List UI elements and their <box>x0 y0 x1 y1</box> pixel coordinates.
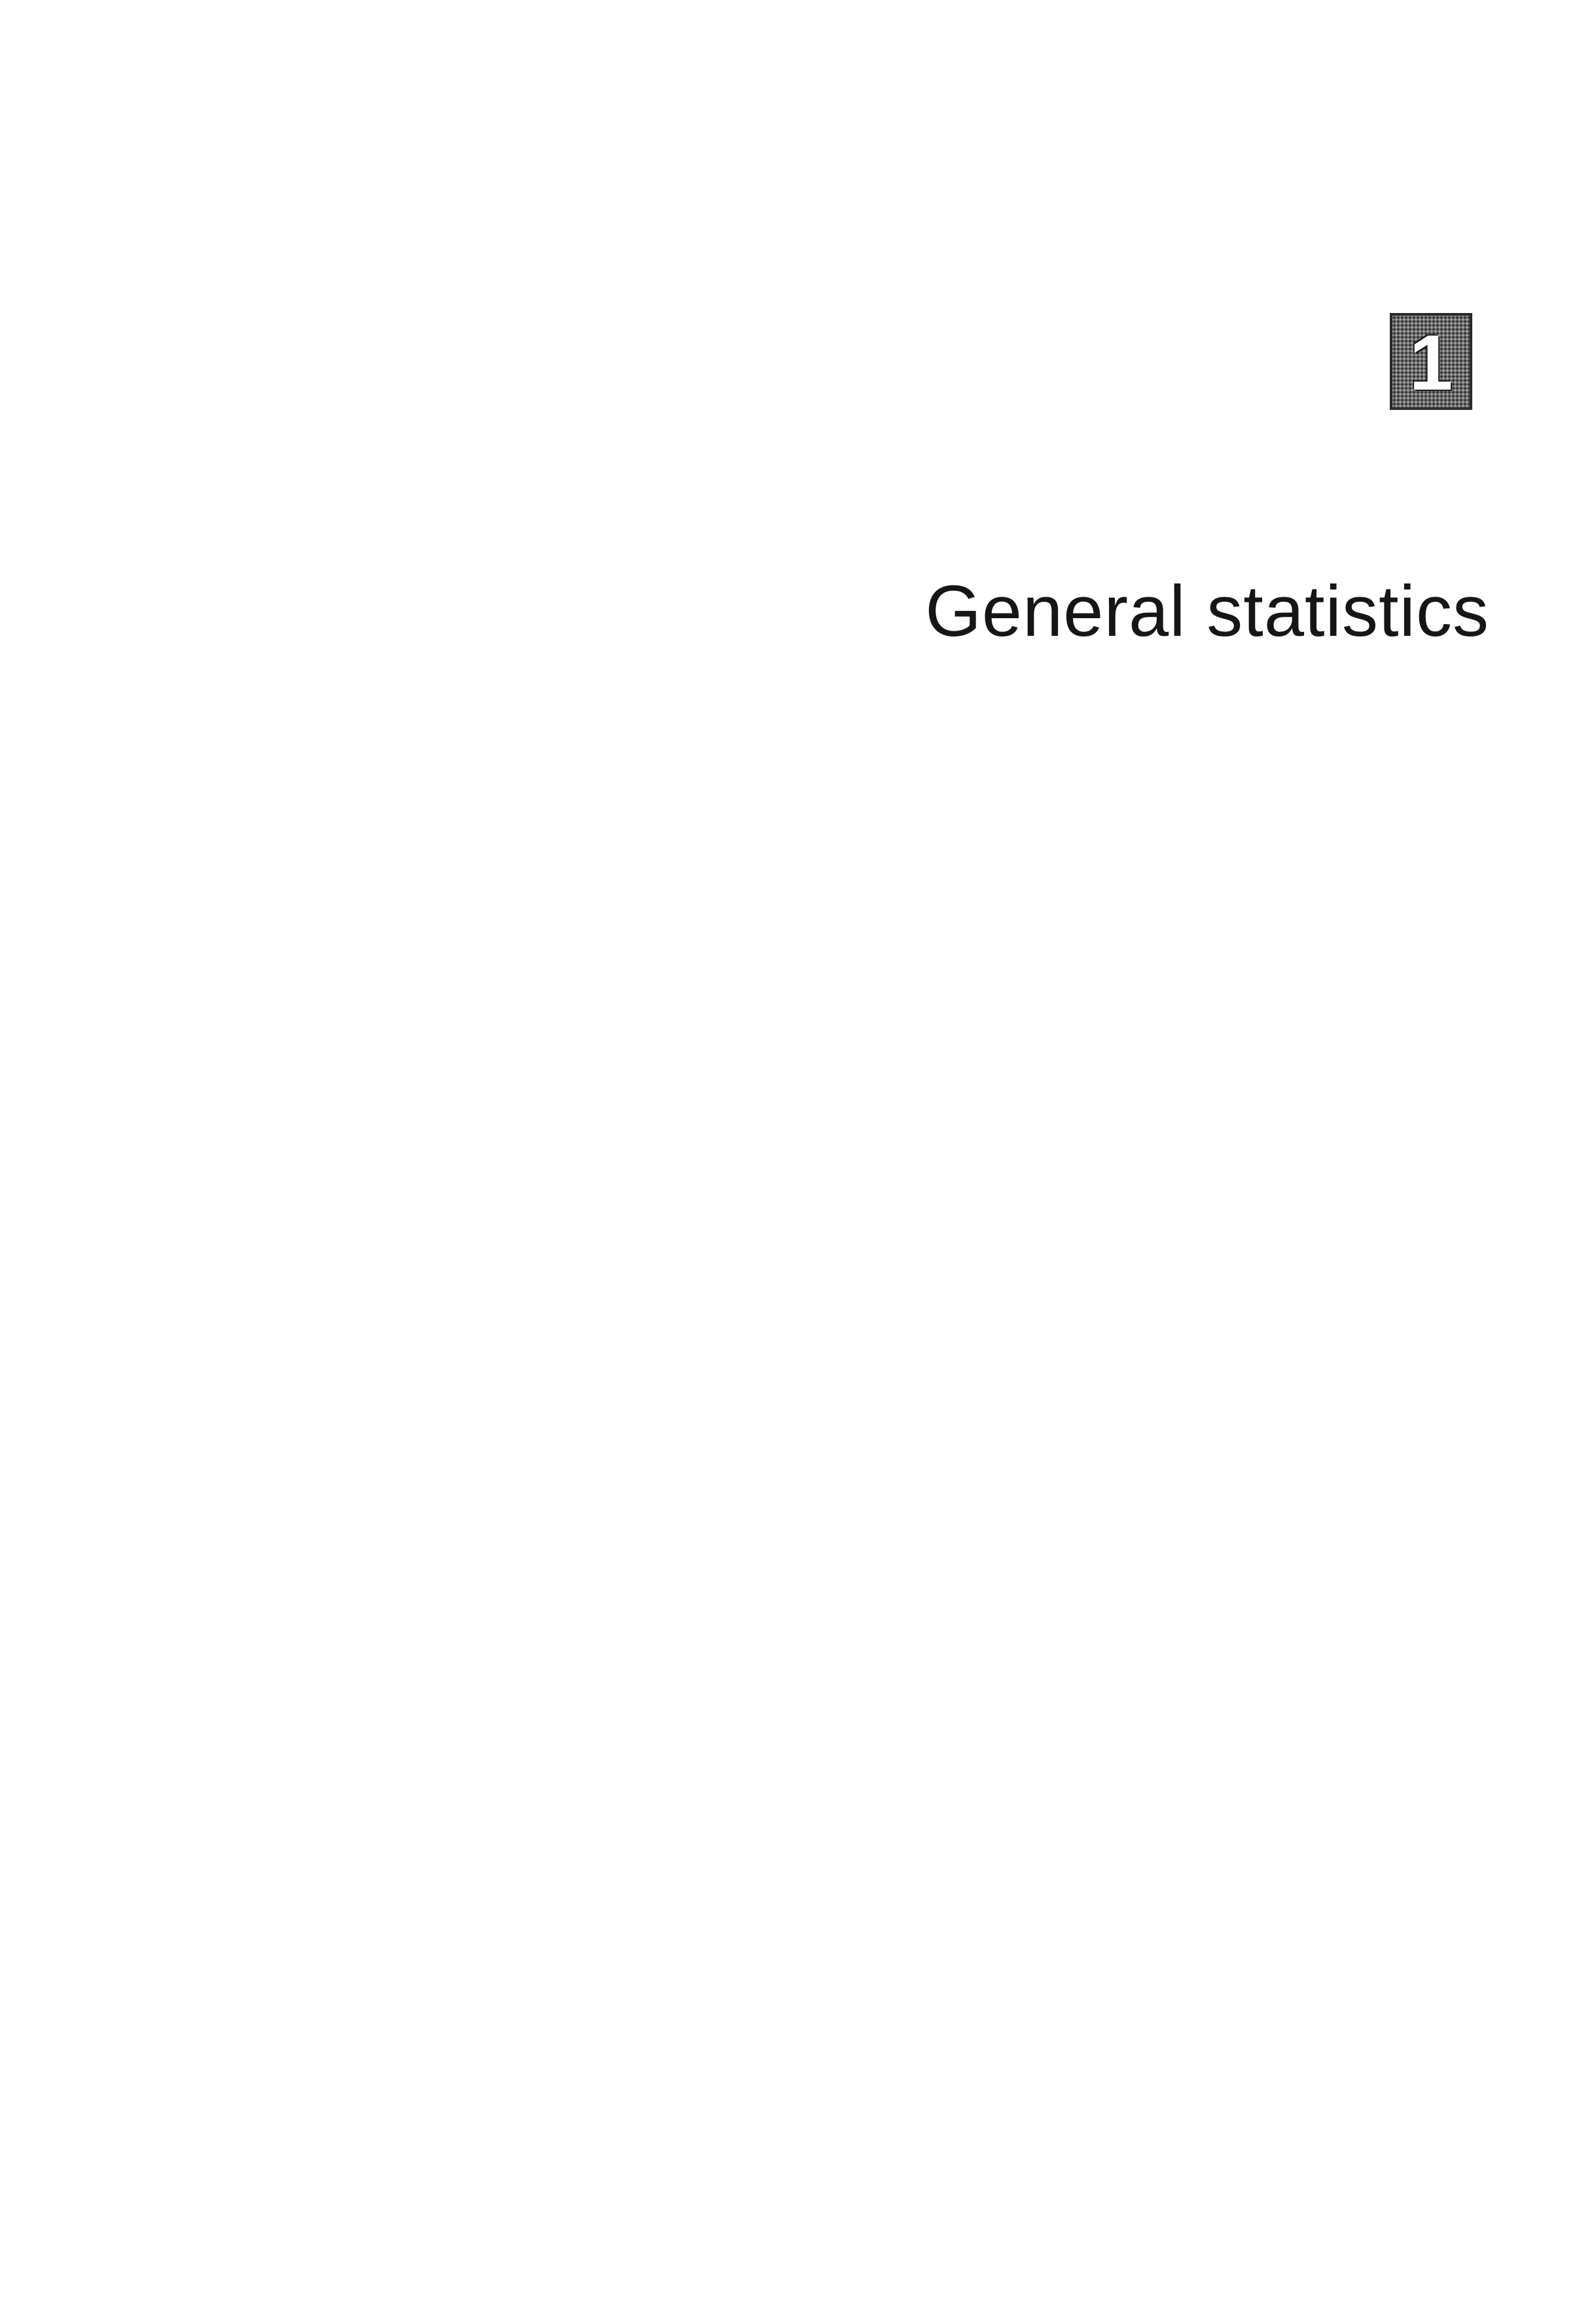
chapter-title: General statistics <box>925 571 1489 652</box>
chapter-number-badge: 1 <box>1390 313 1472 410</box>
chapter-number: 1 <box>1409 319 1453 407</box>
document-page: 1 General statistics <box>0 0 1596 2307</box>
